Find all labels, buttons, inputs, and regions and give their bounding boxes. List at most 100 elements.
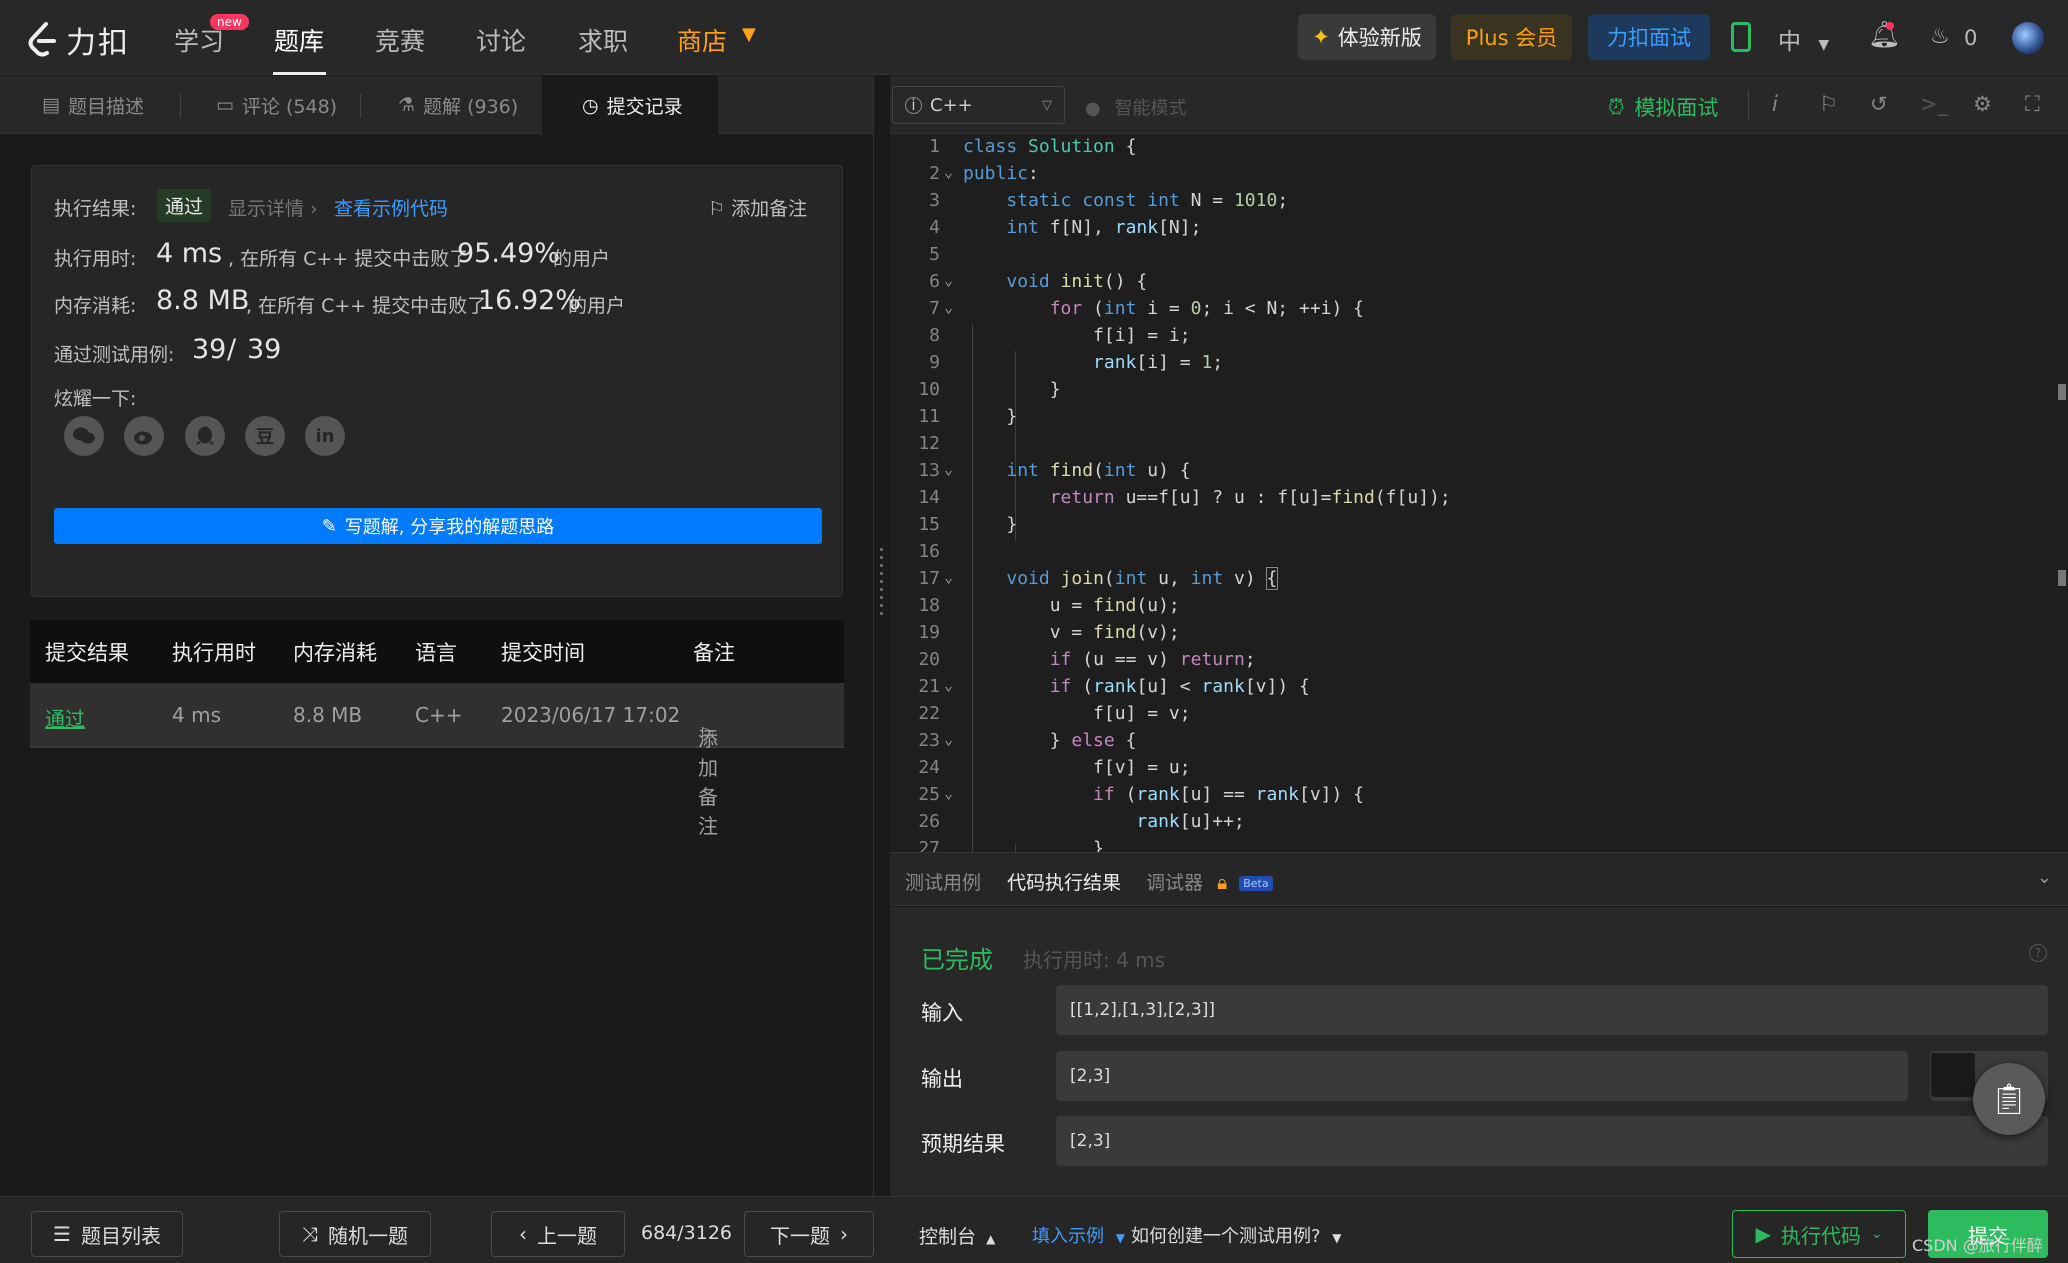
memory-percent: 16.92%	[478, 285, 581, 316]
fold-icon[interactable]: ⌄	[944, 676, 953, 694]
console-toggle[interactable]: 控制台 ▲	[919, 1222, 995, 1249]
fold-icon[interactable]: ⌄	[944, 730, 953, 748]
mobile-app-icon[interactable]	[1731, 22, 1751, 52]
code-line: 27 }	[890, 838, 2068, 852]
douban-icon[interactable]: 豆	[245, 416, 285, 456]
notification-dot	[1886, 22, 1894, 30]
line-number: 16	[918, 541, 940, 562]
nav-shop[interactable]: 商店	[677, 22, 727, 58]
code-line: 10 }	[890, 379, 2068, 406]
smart-mode-toggle[interactable]: ● 智能模式	[1085, 94, 1186, 120]
tab-description[interactable]: ▤ 题目描述	[42, 76, 144, 134]
streak-fire-icon[interactable]: ♨	[1930, 24, 1950, 49]
alarm-clock-icon: ⏰︎	[1608, 94, 1625, 119]
chevron-right-icon: ›	[840, 1222, 848, 1246]
settings-gear-icon[interactable]: ⚙	[1973, 92, 1992, 116]
try-new-version-button[interactable]: ✦ 体验新版	[1298, 14, 1436, 60]
language-switch[interactable]: 中 ▼	[1778, 22, 1829, 56]
table-row[interactable]: 通过 4 ms 8.8 MB C++ 2023/06/17 17:02 ⚐ 添加…	[30, 683, 844, 838]
terminal-icon[interactable]: >_	[1920, 92, 1948, 116]
editor-scrollbar[interactable]	[2058, 134, 2068, 852]
fold-icon[interactable]: ⌄	[944, 460, 953, 478]
fold-icon[interactable]: ⌄	[944, 298, 953, 316]
line-number: 19	[918, 622, 940, 643]
panel-divider[interactable]	[873, 76, 890, 1196]
mock-interview-button[interactable]: ⏰︎ 模拟面试	[1608, 92, 1718, 122]
interview-button[interactable]: 力扣面试	[1588, 14, 1710, 60]
qq-icon[interactable]	[185, 416, 225, 456]
tab-testcase[interactable]: 测试用例	[905, 868, 981, 895]
random-label: 随机一题	[328, 1223, 408, 1248]
problem-list-button[interactable]: ☰ 题目列表	[31, 1211, 183, 1257]
line-number: 26	[918, 811, 940, 832]
code-line: 5	[890, 244, 2068, 271]
nav-problemset[interactable]: 题库	[274, 22, 324, 58]
chevron-left-icon: ‹	[519, 1222, 527, 1246]
row-status-link[interactable]: 通过	[45, 703, 85, 732]
collapse-chevron-icon[interactable]: ⌄	[2037, 867, 2052, 888]
nav-contest[interactable]: 竞赛	[375, 22, 425, 58]
next-problem-button[interactable]: 下一题 ›	[744, 1211, 874, 1257]
info-italic-icon[interactable]: i	[1772, 92, 1778, 116]
tab-comments[interactable]: ▭ 评论 (548)	[216, 76, 337, 134]
line-number: 10	[918, 379, 940, 400]
wechat-icon[interactable]	[64, 416, 104, 456]
scrollbar-thumb[interactable]	[2058, 384, 2066, 400]
line-number: 12	[918, 433, 940, 454]
weibo-icon[interactable]	[124, 416, 164, 456]
flag-run-icon[interactable]: ⚐	[1819, 92, 1838, 116]
add-note-button[interactable]: ⚐ 添加备注	[708, 194, 807, 221]
pencil-icon: ✎	[321, 515, 337, 537]
runtime-value: 4 ms	[156, 238, 223, 269]
line-number: 27	[918, 838, 940, 852]
run-code-button[interactable]: ▶ 执行代码 ⌄	[1732, 1210, 1906, 1258]
beta-badge: Beta	[1239, 876, 1273, 891]
line-number: 17	[918, 568, 940, 589]
tab-debugger[interactable]: 调试器 🔒︎ Beta	[1146, 868, 1273, 895]
prev-problem-button[interactable]: ‹ 上一题	[491, 1211, 625, 1257]
console-label: 控制台	[919, 1226, 977, 1248]
random-problem-button[interactable]: ⤨ 随机一题	[279, 1211, 431, 1257]
line-number: 1	[929, 136, 940, 157]
fold-icon[interactable]: ⌄	[944, 784, 953, 802]
floating-clipboard-button[interactable]: 📋︎	[1973, 1063, 2045, 1135]
nav-discuss[interactable]: 讨论	[476, 22, 526, 58]
code-line: 14 return u==f[u] ? u : f[u]=find(f[u]);	[890, 487, 2068, 514]
language-select[interactable]: i C++ ▽	[892, 86, 1065, 124]
drag-handle[interactable]	[880, 548, 883, 618]
fold-icon[interactable]: ⌄	[944, 568, 953, 586]
chevron-down-icon: ⌄	[1870, 1226, 1883, 1242]
sample-code-link[interactable]: 查看示例代码	[334, 194, 448, 221]
line-number: 15	[918, 514, 940, 535]
sparkle-icon: ✦	[1312, 25, 1330, 49]
reset-icon[interactable]: ↺	[1870, 92, 1888, 116]
leetcode-logo[interactable]: 力扣	[26, 18, 130, 62]
help-icon[interactable]: ?	[2029, 944, 2047, 962]
top-nav: 力扣 学习 new 题库 竞赛 讨论 求职 商店 ▼ ✦ 体验新版 Plus 会…	[0, 0, 2068, 75]
how-create-testcase[interactable]: 如何创建一个测试用例? ▼	[1131, 1222, 1342, 1248]
fold-icon[interactable]: ⌄	[944, 163, 953, 181]
plus-member-button[interactable]: Plus 会员	[1451, 14, 1572, 60]
nav-jobs[interactable]: 求职	[578, 22, 628, 58]
line-number: 6	[929, 271, 940, 292]
code-line: 26 rank[u]++;	[890, 811, 2068, 838]
shop-dropdown-icon[interactable]: ▼	[742, 24, 756, 45]
bell-icon[interactable]: 🔔︎	[1868, 20, 1901, 50]
code-line: 8 f[i] = i;	[890, 325, 2068, 352]
tab-solutions[interactable]: ⚗ 题解 (936)	[398, 76, 518, 134]
diff-toggle[interactable]	[1931, 1053, 1975, 1097]
line-number: 23	[918, 730, 940, 751]
write-solution-button[interactable]: ✎ 写题解, 分享我的解题思路	[54, 508, 822, 544]
how-create-label: 如何创建一个测试用例?	[1131, 1226, 1321, 1247]
fold-icon[interactable]: ⌄	[944, 271, 953, 289]
avatar[interactable]	[2012, 22, 2044, 54]
fullscreen-icon[interactable]: ⛶	[2025, 92, 2040, 117]
prev-label: 上一题	[537, 1223, 597, 1248]
tab-run-result[interactable]: 代码执行结果	[1007, 868, 1121, 895]
tab-submissions[interactable]: ◷ 提交记录	[542, 76, 718, 135]
show-detail-link[interactable]: 显示详情 ›	[228, 194, 318, 221]
fill-example-link[interactable]: 填入示例 ▼	[1032, 1222, 1125, 1248]
code-editor[interactable]: 1 class Solution { 2 ⌄ public: 3 static con…	[890, 134, 2068, 852]
linkedin-icon[interactable]: in	[305, 416, 345, 456]
memory-value: 8.8 MB	[156, 285, 250, 316]
